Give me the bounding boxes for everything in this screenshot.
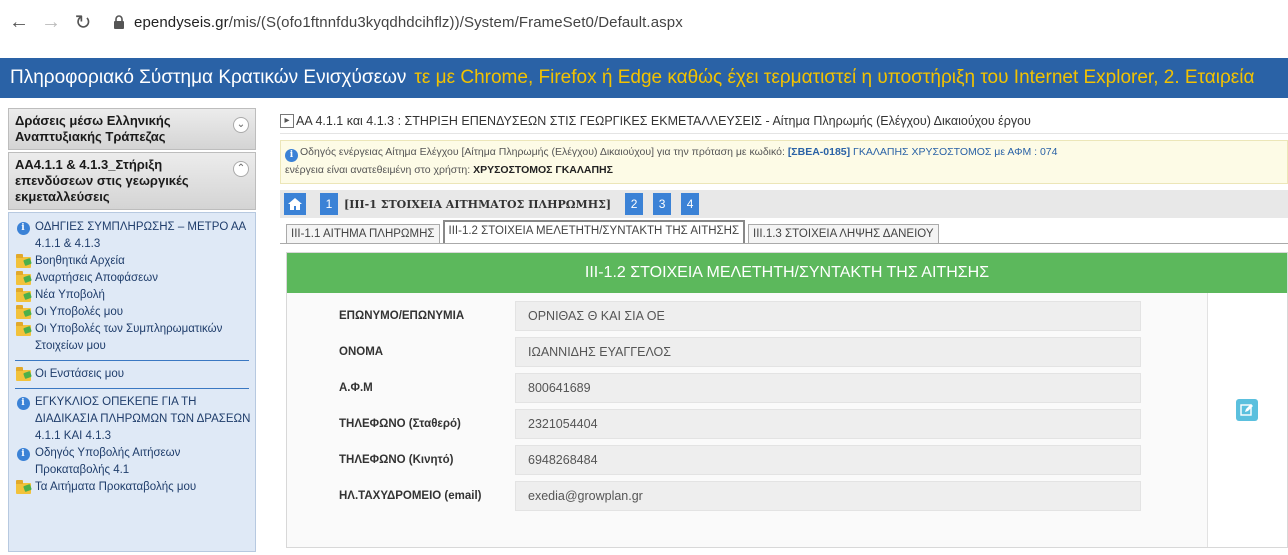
field-label: ΟΝΟΜΑ [339,346,384,358]
mobile-field: 6948268484 [515,445,1141,475]
tab-loan-details[interactable]: ΙΙΙ.1.3 ΣΤΟΙΧΕΙΑ ΛΗΨΗΣ ΔΑΝΕΙΟΥ [748,224,939,243]
sidebar-item-advance-guide[interactable]: i Οδηγός Υποβολής Αιτήσεων Προκαταβολής … [15,445,255,479]
step-1-button[interactable]: 1 [320,193,338,215]
folder-icon [15,366,31,382]
phone-field: 2321054404 [515,409,1141,439]
sidebar-item-label: Βοηθητικά Αρχεία [35,255,125,267]
field-row-name: ΟΝΟΜΑ ΙΩΑΝΝΙΔΗΣ ΕΥΑΓΓΕΛΟΣ [287,337,1207,367]
actions-column [1207,293,1287,547]
email-field: exedia@growplan.gr [515,481,1141,511]
sidebar-item-objections[interactable]: Οι Ενστάσεις μου [15,366,255,383]
collapse-toggle-icon[interactable]: ▸ [280,113,294,128]
sidebar-section-label: Δράσεις μέσω Ελληνικής Αναπτυξιακής Τράπ… [15,113,171,144]
sidebar-item-my-submissions[interactable]: Οι Υποβολές μου [15,304,255,321]
info-icon: i [285,148,298,162]
step-4-button[interactable]: 4 [681,193,700,215]
chevron-up-icon[interactable]: ⌃ [233,161,249,177]
tab-engineer-details[interactable]: ΙΙΙ-1.2 ΣΤΟΙΧΕΙΑ ΜΕΛΕΤΗΤΗ/ΣΥΝΤΑΚΤΗ ΤΗΣ Α… [442,220,746,243]
folder-icon [15,304,31,320]
notice-line-1: i Οδηγός ενέργειας Αίτημα Ελέγχου [Αίτημα… [285,144,1283,162]
marquee-announcement: τε με Chrome, Firefox ή Edge καθώς έχει … [414,67,1255,88]
sidebar-item-label: Οι Υποβολές μου [35,306,124,318]
home-icon[interactable] [284,193,306,215]
sidebar-section-ete[interactable]: Δράσεις μέσω Ελληνικής Αναπτυξιακής Τράπ… [8,108,256,150]
field-row-email: ΗΛ.ΤΑΧΥΔΡΟΜΕΙΟ (email) exedia@growplan.g… [287,481,1207,511]
reload-icon[interactable]: ↻ [70,9,96,35]
chevron-down-icon[interactable]: ⌄ [233,117,249,133]
current-step-label: [ΙΙΙ-1 ΣΤΟΙΧΕΙΑ ΑΙΤΗΜΑΤΟΣ ΠΛΗΡΩΜΗΣ] [344,197,612,211]
folder-icon [15,287,31,303]
surname-field: ΟΡΝΙΘΑΣ Θ ΚΑΙ ΣΙΑ ΟΕ [515,301,1141,331]
step-navigation: 1 [ΙΙΙ-1 ΣΤΟΙΧΕΙΑ ΑΙΤΗΜΑΤΟΣ ΠΛΗΡΩΜΗΣ] 2 … [280,190,1288,218]
assignee-prefix: ενέργεια είναι ανατεθειμένη στο χρήστη: [285,163,474,176]
field-label: ΗΛ.ΤΑΧΥΔΡΟΜΕΙΟ (email) [339,490,482,502]
sidebar-item-label: Νέα Υποβολή [35,289,105,301]
sidebar-menu: i ΟΔΗΓΙΕΣ ΣΥΜΠΛΗΡΩΣΗΣ – ΜΕΤΡΟ ΑΑ 4.1.1 &… [8,212,256,552]
sidebar-item-label: Οι Ενστάσεις μου [35,368,125,380]
sidebar-item-supplementary[interactable]: Οι Υποβολές των Συμπληρωματικών Στοιχείω… [15,321,255,355]
folder-icon [15,321,31,337]
back-arrow-icon[interactable]: ← [6,9,32,35]
app-header: Πληροφοριακό Σύστημα Κρατικών Ενισχύσεων… [0,58,1288,98]
name-field: ΙΩΑΝΝΙΔΗΣ ΕΥΑΓΓΕΛΟΣ [515,337,1141,367]
field-row-surname: ΕΠΩΝΥΜΟ/ΕΠΩΝΥΜΙΑ ΟΡΝΙΘΑΣ Θ ΚΑΙ ΣΙΑ ΟΕ [287,301,1207,331]
field-row-mobile: ΤΗΛΕΦΩΝΟ (Κινητό) 6948268484 [287,445,1207,475]
sidebar-item-label: ΕΓΚΥΚΛΙΟΣ ΟΠΕΚΕΠΕ ΓΙΑ ΤΗ ΔΙΑΔΙΚΑΣΙΑ ΠΛΗΡ… [35,396,251,442]
page-title-bar: ▸ ΑΑ 4.1.1 και 4.1.3 : ΣΤΗΡΙΞΗ ΕΠΕΝΔΥΣΕΩ… [280,108,1288,134]
field-label: Α.Φ.Μ [339,382,373,394]
sidebar-item-label: Οι Υποβολές των Συμπληρωματικών Στοιχείω… [35,323,223,352]
divider [15,360,249,361]
step-3-button[interactable]: 3 [653,193,672,215]
url-path: /mis/(S(ofo1ftnnfdu3kyqdhdcihflz))/Syste… [228,13,683,31]
sidebar-item-helper-files[interactable]: Βοηθητικά Αρχεία [15,253,255,270]
sidebar-item-label: ΟΔΗΓΙΕΣ ΣΥΜΠΛΗΡΩΣΗΣ – ΜΕΤΡΟ ΑΑ 4.1.1 & 4… [35,221,246,250]
sidebar-section-aa411[interactable]: ΑΑ4.1.1 & 4.1.3_Στήριξη επενδύσεων στις … [8,152,256,210]
sidebar-item-label: Οδηγός Υποβολής Αιτήσεων Προκαταβολής 4.… [35,447,181,476]
field-label: ΕΠΩΝΥΜΟ/ΕΠΩΝΥΜΙΑ [339,310,465,322]
step-2-button[interactable]: 2 [625,193,644,215]
folder-icon [15,479,31,495]
folder-icon [15,270,31,286]
field-row-afm: Α.Φ.Μ 800641689 [287,373,1207,403]
field-row-phone: ΤΗΛΕΦΩΝΟ (Σταθερό) 2321054404 [287,409,1207,439]
notice-prefix: Οδηγός ενέργειας Αίτημα Ελέγχου [Αίτημα … [300,146,788,158]
sidebar-item-decisions[interactable]: Αναρτήσεις Αποφάσεων [15,270,255,287]
sidebar-section-label: ΑΑ4.1.1 & 4.1.3_Στήριξη επενδύσεων στις … [15,157,189,204]
sidebar-item-instructions[interactable]: i ΟΔΗΓΙΕΣ ΣΥΜΠΛΗΡΩΣΗΣ – ΜΕΤΡΟ ΑΑ 4.1.1 &… [15,219,255,253]
address-bar[interactable]: ependyseis.gr/mis/(S(ofo1ftnnfdu3kyqdhdc… [134,14,683,31]
edit-icon[interactable] [1236,399,1258,421]
sidebar-item-new-submission[interactable]: Νέα Υποβολή [15,287,255,304]
info-icon: i [15,221,31,235]
url-host: ependyseis.gr [134,13,229,31]
tab-payment-request[interactable]: ΙΙΙ-1.1 ΑΙΤΗΜΑ ΠΛΗΡΩΜΗΣ [286,224,440,243]
forward-arrow-icon[interactable]: → [38,9,64,35]
lock-icon [110,13,128,31]
notice-line-2: ενέργεια είναι ανατεθειμένη στο χρήστη: … [285,162,1283,178]
afm-field: 800641689 [515,373,1141,403]
sidebar: Δράσεις μέσω Ελληνικής Αναπτυξιακής Τράπ… [0,108,264,555]
section-tabs: ΙΙΙ-1.1 ΑΙΤΗΜΑ ΠΛΗΡΩΜΗΣ ΙΙΙ-1.2 ΣΤΟΙΧΕΙΑ… [280,220,1288,244]
browser-toolbar: ← → ↻ ependyseis.gr/mis/(S(ofo1ftnnfdu3k… [0,0,1288,44]
app-title: Πληροφοριακό Σύστημα Κρατικών Ενισχύσεων [10,67,407,88]
fields-form: ΕΠΩΝΥΜΟ/ΕΠΩΝΥΜΙΑ ΟΡΝΙΘΑΣ Θ ΚΑΙ ΣΙΑ ΟΕ ΟΝ… [287,293,1207,547]
guide-notice: i Οδηγός ενέργειας Αίτημα Ελέγχου [Αίτημα… [280,140,1288,184]
sidebar-item-label: Αναρτήσεις Αποφάσεων [35,272,158,284]
proposal-code: [ΣΒΕΑ-0185] [787,146,851,158]
beneficiary-name: ΓΚΑΛΑΠΗΣ ΧΡΥΣΟΣΤΟΜΟΣ με ΑΦΜ : 074 [850,146,1058,158]
page-title: ΑΑ 4.1.1 και 4.1.3 : ΣΤΗΡΙΞΗ ΕΠΕΝΔΥΣΕΩΝ … [296,113,1031,128]
engineer-details-panel: ΙΙΙ-1.2 ΣΤΟΙΧΕΙΑ ΜΕΛΕΤΗΤΗ/ΣΥΝΤΑΚΤΗ ΤΗΣ Α… [286,252,1288,548]
sidebar-item-circular[interactable]: i ΕΓΚΥΚΛΙΟΣ ΟΠΕΚΕΠΕ ΓΙΑ ΤΗ ΔΙΑΔΙΚΑΣΙΑ ΠΛ… [15,394,255,445]
folder-icon [15,253,31,269]
divider [15,388,249,389]
info-icon: i [15,447,31,461]
main-content: ▸ ΑΑ 4.1.1 και 4.1.3 : ΣΤΗΡΙΞΗ ΕΠΕΝΔΥΣΕΩ… [280,108,1288,555]
sidebar-item-advance-requests[interactable]: Τα Αιτήματα Προκαταβολής μου [15,479,255,496]
panel-heading: ΙΙΙ-1.2 ΣΤΟΙΧΕΙΑ ΜΕΛΕΤΗΤΗ/ΣΥΝΤΑΚΤΗ ΤΗΣ Α… [287,253,1287,293]
field-label: ΤΗΛΕΦΩΝΟ (Κινητό) [339,454,454,466]
assignee-name: ΧΡΥΣΟΣΤΟΜΟΣ ΓΚΑΛΑΠΗΣ [473,163,613,176]
info-icon: i [15,396,31,410]
field-label: ΤΗΛΕΦΩΝΟ (Σταθερό) [339,418,461,430]
sidebar-item-label: Τα Αιτήματα Προκαταβολής μου [35,481,197,493]
